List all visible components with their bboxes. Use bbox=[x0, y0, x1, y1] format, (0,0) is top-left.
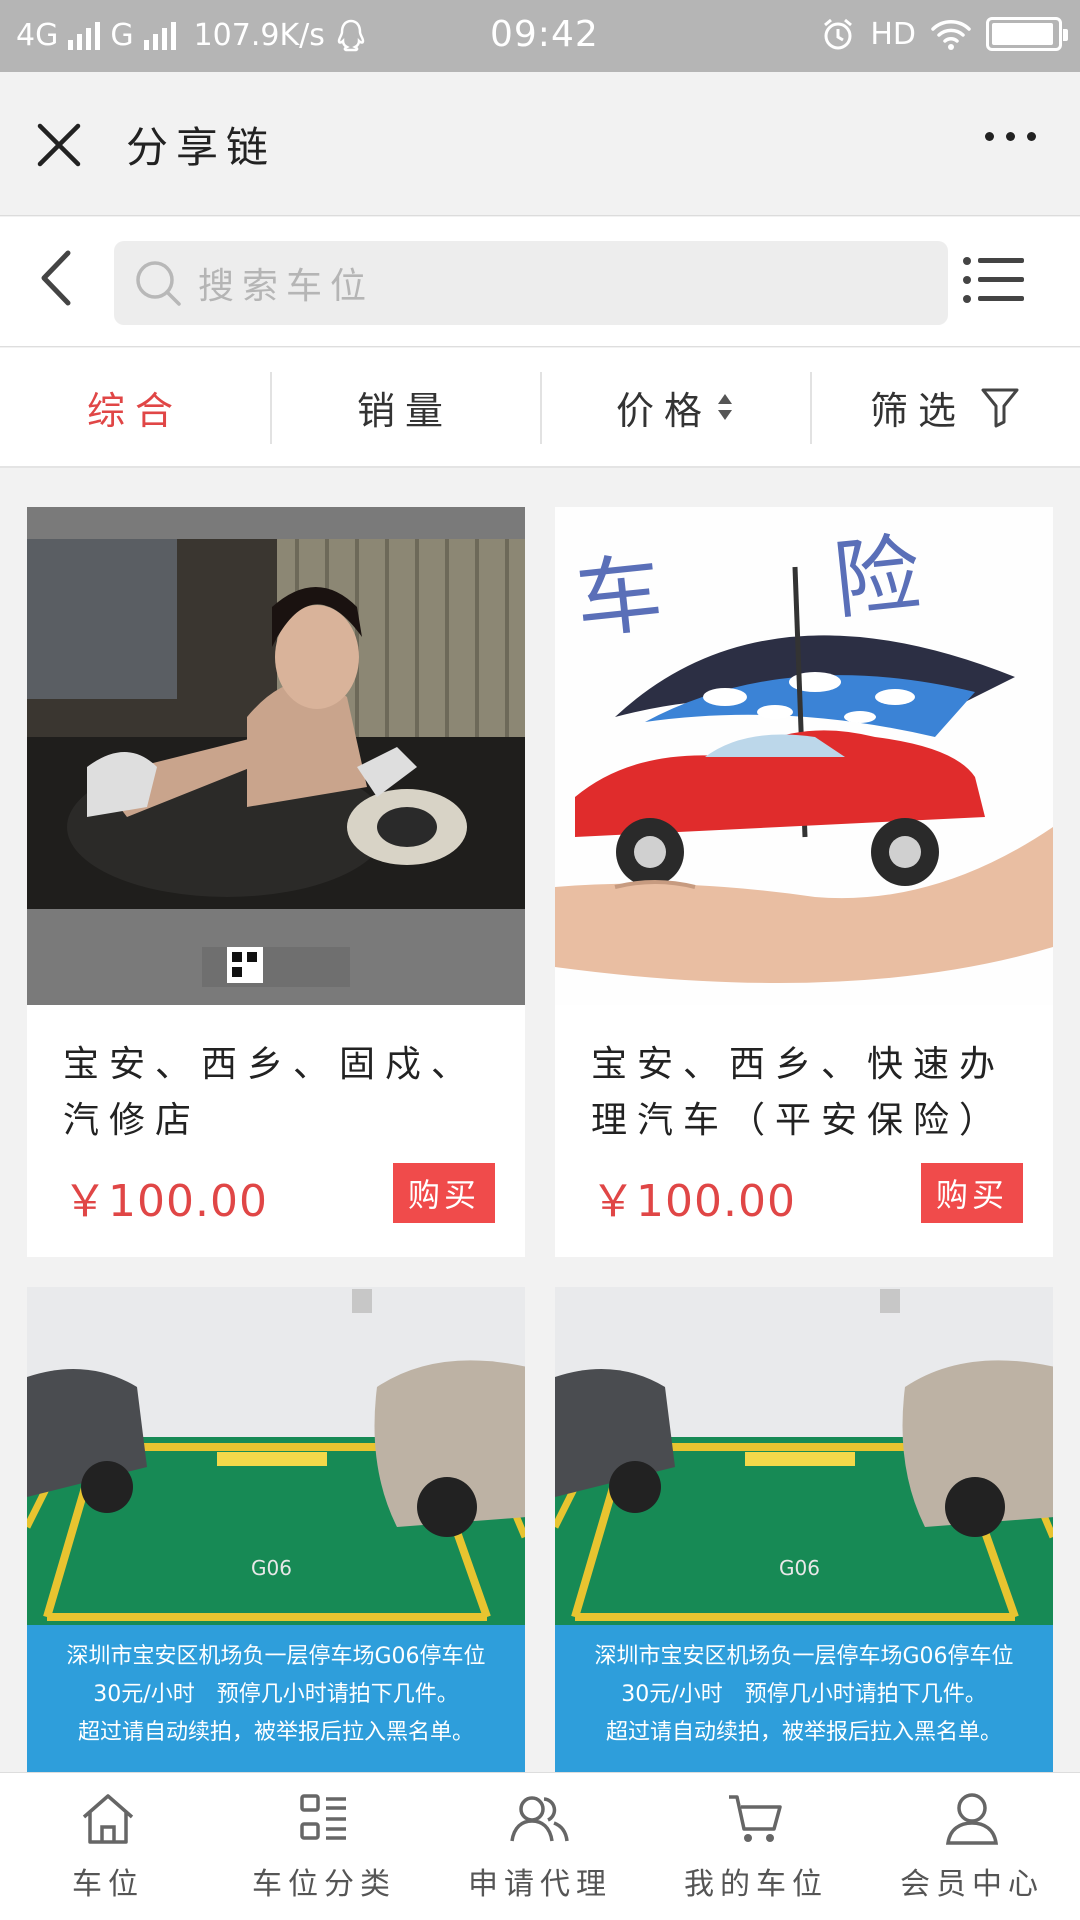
tab-label: 综合 bbox=[86, 388, 183, 433]
tab-label: 筛选 bbox=[869, 388, 966, 433]
filter-icon bbox=[981, 388, 1019, 428]
nav-item-parking[interactable]: 车位 bbox=[0, 1773, 216, 1920]
product-card[interactable]: 宝安、西乡、固戍、汽修店 ￥100.00 购买 bbox=[27, 507, 525, 1257]
nav-item-my-parking[interactable]: 我的车位 bbox=[648, 1773, 864, 1920]
image-text-insurance: 险 bbox=[829, 524, 925, 632]
users-icon bbox=[510, 1796, 569, 1842]
qq-icon bbox=[337, 19, 365, 51]
spot-code: G06 bbox=[251, 1556, 292, 1580]
tab-label: 价格 bbox=[615, 388, 712, 433]
nav-label: 车位 bbox=[72, 1867, 144, 1902]
signal-icon bbox=[68, 21, 101, 50]
product-card[interactable]: 车 险 宝安、西乡、快速办理汽车（平安保险） ￥100.00 购买 bbox=[555, 507, 1053, 1257]
spot-code: G06 bbox=[779, 1556, 820, 1580]
status-bar: 4G G 107.9K/s 09:42 HD bbox=[0, 0, 1080, 72]
nav-item-apply-agent[interactable]: 申请代理 bbox=[432, 1773, 648, 1920]
product-name[interactable]: 宝安、西乡、快速办理汽车（平安保险） bbox=[591, 1037, 1021, 1149]
network-4g-label: 4G bbox=[16, 18, 59, 53]
tab-price[interactable]: 价格 bbox=[540, 348, 810, 466]
search-icon bbox=[136, 261, 181, 306]
product-image-parking-spot[interactable]: G06 深圳市宝安区机场负一层停车场G06停车位 30元/小时 预停几小时请拍下… bbox=[555, 1287, 1053, 1772]
buy-button[interactable]: 购买 bbox=[921, 1163, 1023, 1223]
tab-comprehensive[interactable]: 综合 bbox=[0, 348, 270, 466]
more-options-icon[interactable] bbox=[985, 132, 1036, 141]
cart-icon bbox=[729, 1795, 782, 1842]
page-title: 分享链 bbox=[126, 123, 277, 172]
bottom-nav: 车位 车位分类 申请代理 我的车位 会员中心 bbox=[0, 1772, 1080, 1920]
nav-label: 会员中心 bbox=[900, 1867, 1044, 1902]
search-input[interactable]: 搜索车位 bbox=[114, 241, 948, 325]
banner-line-2: 30元/小时 预停几小时请拍下几件。 bbox=[621, 1682, 986, 1707]
tab-filter[interactable]: 筛选 bbox=[810, 348, 1080, 466]
alarm-icon bbox=[824, 18, 853, 50]
product-image-parking-spot[interactable]: G06 深圳市宝安区机场负一层停车场G06停车位 30元/小时 预停几小时请拍下… bbox=[27, 1287, 525, 1772]
product-price: ￥100.00 bbox=[63, 1176, 268, 1227]
banner-line-1: 深圳市宝安区机场负一层停车场G06停车位 bbox=[594, 1644, 1013, 1669]
banner-line-3: 超过请自动续拍，被举报后拉入黑名单。 bbox=[606, 1720, 1002, 1745]
buy-button[interactable]: 购买 bbox=[393, 1163, 495, 1223]
nav-item-member-center[interactable]: 会员中心 bbox=[864, 1773, 1080, 1920]
product-image-mechanic[interactable] bbox=[27, 507, 525, 1005]
network-g-label: G bbox=[110, 18, 134, 53]
tab-sales[interactable]: 销量 bbox=[270, 348, 540, 466]
product-image-car-insurance[interactable]: 车 险 bbox=[555, 507, 1053, 1005]
nav-item-category[interactable]: 车位分类 bbox=[216, 1773, 432, 1920]
home-icon bbox=[82, 1794, 134, 1844]
sort-arrows-icon bbox=[718, 394, 732, 420]
category-icon bbox=[300, 1794, 346, 1840]
search-bar: 搜索车位 bbox=[0, 217, 1080, 347]
hd-label: HD bbox=[870, 16, 916, 52]
back-arrow-icon[interactable] bbox=[32, 247, 82, 309]
search-placeholder: 搜索车位 bbox=[198, 266, 375, 307]
nav-label: 车位分类 bbox=[252, 1867, 396, 1902]
network-speed: 107.9K/s bbox=[193, 18, 325, 53]
title-bar: 分享链 bbox=[0, 72, 1080, 216]
banner-line-1: 深圳市宝安区机场负一层停车场G06停车位 bbox=[66, 1644, 485, 1669]
product-price: ￥100.00 bbox=[591, 1176, 796, 1227]
tab-label: 销量 bbox=[356, 388, 453, 433]
battery-icon bbox=[986, 17, 1068, 51]
status-time: 09:42 bbox=[490, 14, 599, 55]
close-icon[interactable] bbox=[30, 116, 88, 174]
banner-line-3: 超过请自动续拍，被举报后拉入黑名单。 bbox=[78, 1720, 474, 1745]
sort-tabs: 综合 销量 价格 筛选 bbox=[0, 348, 1080, 468]
product-name[interactable]: 宝安、西乡、固戍、汽修店 bbox=[63, 1037, 493, 1149]
image-text-car: 车 bbox=[571, 543, 667, 651]
user-icon bbox=[945, 1793, 999, 1845]
product-card[interactable]: G06 深圳市宝安区机场负一层停车场G06停车位 30元/小时 预停几小时请拍下… bbox=[555, 1287, 1053, 1772]
list-view-icon[interactable] bbox=[962, 255, 1026, 305]
banner-line-2: 30元/小时 预停几小时请拍下几件。 bbox=[93, 1682, 458, 1707]
battery-fill bbox=[992, 23, 1053, 45]
signal-icon-2 bbox=[143, 21, 176, 50]
product-card[interactable]: G06 深圳市宝安区机场负一层停车场G06停车位 30元/小时 预停几小时请拍下… bbox=[27, 1287, 525, 1772]
nav-label: 我的车位 bbox=[684, 1867, 828, 1902]
wifi-icon bbox=[931, 20, 971, 50]
nav-label: 申请代理 bbox=[468, 1867, 612, 1902]
